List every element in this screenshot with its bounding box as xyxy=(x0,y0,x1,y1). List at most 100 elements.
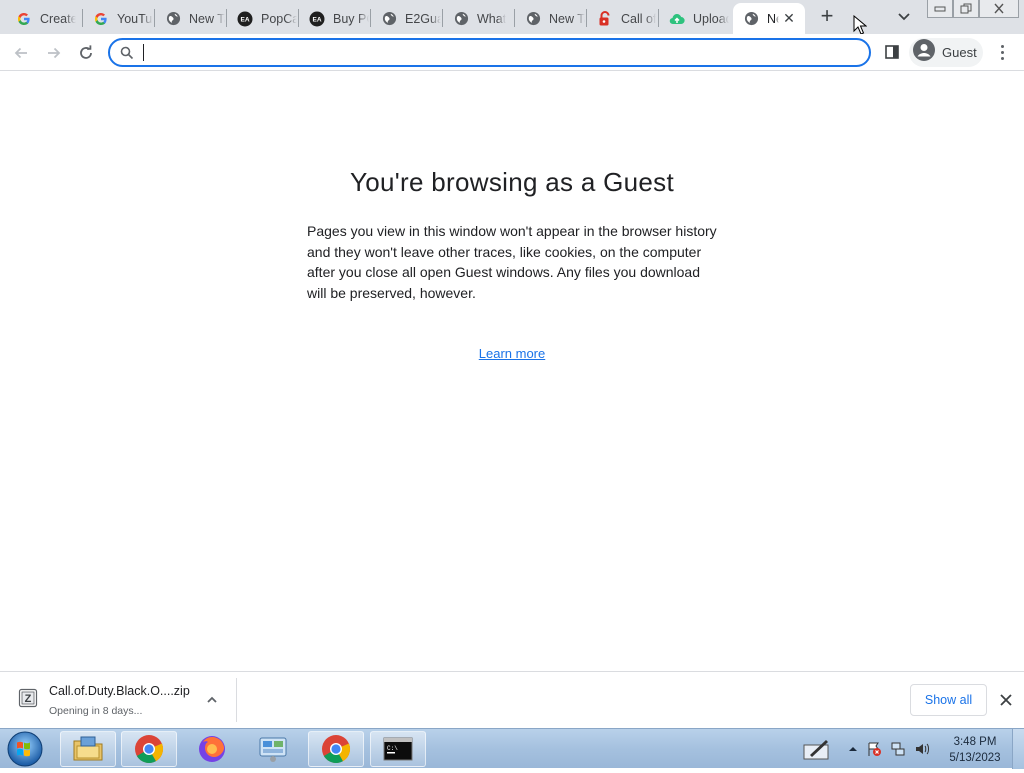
command-prompt-icon: C:\ xyxy=(383,737,413,761)
tab-upload[interactable]: Upload xyxy=(659,3,729,34)
new-tab-button[interactable]: + xyxy=(814,5,840,29)
browser-toolbar: Guest xyxy=(0,34,1024,71)
restore-button[interactable] xyxy=(953,0,979,18)
network-icon[interactable] xyxy=(890,741,906,757)
tab-call-of[interactable]: Call of xyxy=(587,3,657,34)
zip-file-icon: Z xyxy=(17,687,39,709)
tab-label: Upload xyxy=(693,11,729,26)
download-status: Opening in 8 days... xyxy=(49,705,143,717)
tab-buy-pc[interactable]: EA Buy PC xyxy=(299,3,369,34)
minimize-button[interactable] xyxy=(927,0,953,18)
svg-text:EA: EA xyxy=(240,16,249,23)
globe-icon xyxy=(165,11,181,27)
show-desktop-button[interactable] xyxy=(1012,729,1024,769)
taskbar-explorer-button[interactable] xyxy=(60,731,116,767)
tab-label: New Tab xyxy=(189,11,225,26)
taskbar-chrome-button[interactable] xyxy=(121,731,177,767)
page-title: You're browsing as a Guest xyxy=(350,167,674,197)
tab-new-tab-1[interactable]: New Tab xyxy=(155,3,225,34)
tab-label: New Tab xyxy=(767,11,779,26)
side-panel-icon xyxy=(885,45,899,59)
tab-create[interactable]: Create xyxy=(6,3,76,34)
side-panel-button[interactable] xyxy=(882,42,902,62)
taskbar-chrome-active-button[interactable] xyxy=(308,731,364,767)
start-button[interactable] xyxy=(4,730,46,768)
taskbar-cmd-button[interactable]: C:\ xyxy=(370,731,426,767)
download-filename: Call.of.Duty.Black.O....zip xyxy=(49,684,190,698)
action-center-flag-icon[interactable] xyxy=(866,741,882,757)
back-button[interactable] xyxy=(9,41,33,65)
reload-icon xyxy=(80,45,92,59)
ea-logo-icon: EA xyxy=(309,11,325,27)
tab-label: PopCap xyxy=(261,11,297,26)
tab-close-icon[interactable]: ✕ xyxy=(781,10,797,26)
menu-dot xyxy=(1000,56,1004,60)
show-all-button[interactable]: Show all xyxy=(910,684,987,716)
volume-icon[interactable] xyxy=(914,741,930,757)
taskbar-control-panel-button[interactable] xyxy=(245,731,301,767)
close-window-button[interactable] xyxy=(979,0,1019,18)
google-g-icon xyxy=(16,11,32,27)
tab-e2guardian[interactable]: E2Guardian xyxy=(371,3,441,34)
address-bar[interactable] xyxy=(108,38,871,67)
tab-label: Create xyxy=(40,11,76,26)
learn-more-link: Learn more xyxy=(0,346,1024,361)
clock-date: 5/13/2023 xyxy=(949,752,1001,764)
svg-text:EA: EA xyxy=(312,16,321,23)
chevron-up-icon[interactable] xyxy=(204,692,220,708)
tab-youtube[interactable]: YouTube xyxy=(83,3,153,34)
pen-tablet-icon[interactable] xyxy=(802,737,832,761)
windows-orb-icon xyxy=(7,731,43,767)
tab-label: E2Guardian xyxy=(405,11,441,26)
tab-label: Buy PC xyxy=(333,11,369,26)
menu-dot xyxy=(1000,50,1004,54)
divider xyxy=(236,678,237,722)
arrow-right-icon xyxy=(48,47,61,59)
chrome-icon xyxy=(322,735,351,763)
address-input[interactable] xyxy=(142,43,842,62)
taskbar-firefox-button[interactable] xyxy=(184,731,240,767)
globe-icon xyxy=(743,11,759,27)
chrome-icon xyxy=(135,735,164,763)
ea-logo-icon: EA xyxy=(237,11,253,27)
arrow-left-icon xyxy=(14,47,27,59)
globe-icon xyxy=(453,11,469,27)
tab-label: Call of xyxy=(621,11,657,26)
reload-button[interactable] xyxy=(74,41,98,65)
text-caret xyxy=(143,44,144,61)
close-shelf-icon[interactable] xyxy=(997,691,1015,709)
firefox-icon xyxy=(199,736,225,762)
download-shelf: Z Call.of.Duty.Black.O....zip Opening in… xyxy=(0,671,1024,728)
tab-popcap[interactable]: EA PopCap xyxy=(227,3,297,34)
taskbar-clock[interactable]: 3:48 PM 5/13/2023 xyxy=(940,734,1010,766)
control-panel-icon xyxy=(259,737,287,762)
svg-text:Z: Z xyxy=(25,693,32,705)
lock-red-icon xyxy=(597,11,613,27)
avatar-icon xyxy=(913,39,935,66)
page-content: You're browsing as a Guest Pages you vie… xyxy=(0,71,1024,671)
learn-more-link-text[interactable]: Learn more xyxy=(479,346,545,361)
tab-what[interactable]: What xyxy=(443,3,513,34)
profile-label: Guest xyxy=(942,45,977,60)
download-item[interactable]: Z Call.of.Duty.Black.O....zip Opening in… xyxy=(0,672,237,728)
page-description: Pages you view in this window won't appe… xyxy=(307,223,717,301)
clock-time: 3:48 PM xyxy=(953,736,997,748)
tray-expand-icon[interactable] xyxy=(845,741,861,757)
tab-strip: Create YouTube New Tab EA PopCap EA Buy … xyxy=(0,0,1024,34)
upload-cloud-icon xyxy=(669,11,685,27)
forward-button[interactable] xyxy=(42,41,66,65)
tab-new-tab-2[interactable]: New Tab xyxy=(515,3,585,34)
globe-icon xyxy=(525,11,541,27)
tab-new-tab-active[interactable]: New Tab ✕ xyxy=(733,3,805,34)
folder-icon xyxy=(73,736,103,761)
more-menu-button[interactable] xyxy=(992,42,1012,62)
tab-label: YouTube xyxy=(117,11,153,26)
tab-label: What xyxy=(477,11,507,26)
google-g-icon xyxy=(93,11,109,27)
tab-search-chevron-icon[interactable] xyxy=(893,8,915,26)
globe-icon xyxy=(381,11,397,27)
svg-text:C:\: C:\ xyxy=(387,745,398,752)
tab-label: New Tab xyxy=(549,11,585,26)
profile-button[interactable]: Guest xyxy=(909,38,983,67)
menu-dot xyxy=(1000,44,1004,48)
